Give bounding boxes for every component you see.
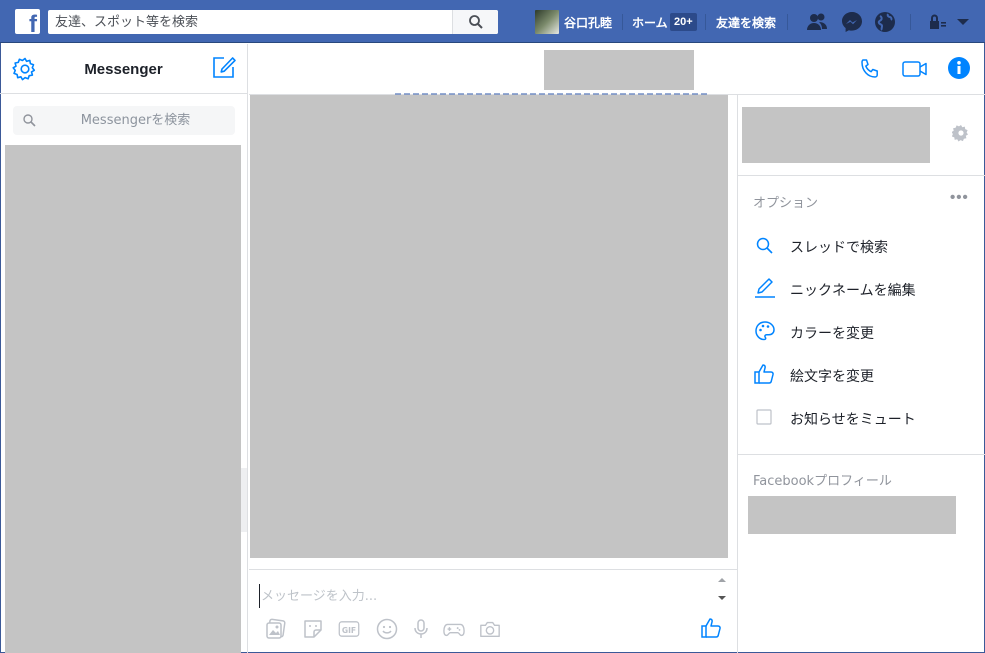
- messenger-search: [13, 106, 235, 135]
- camera-icon[interactable]: [479, 618, 501, 640]
- option-search-thread[interactable]: スレッドで検索: [738, 225, 985, 265]
- options-title: オプション: [753, 196, 819, 211]
- composer: GIF: [249, 569, 737, 653]
- search-icon: [469, 15, 483, 29]
- video-call-icon[interactable]: [901, 57, 929, 81]
- photo-icon[interactable]: [265, 618, 287, 640]
- new-message-icon[interactable]: [211, 54, 237, 80]
- global-search-button[interactable]: [452, 10, 498, 34]
- sticker-icon[interactable]: [302, 618, 324, 640]
- privacy-lock-icon[interactable]: [927, 10, 951, 34]
- phone-icon[interactable]: [858, 57, 882, 81]
- home-link[interactable]: ホーム: [632, 14, 668, 31]
- option-edit-nickname[interactable]: ニックネームを編集: [738, 268, 985, 308]
- global-search-input[interactable]: [48, 10, 452, 34]
- palette-icon: [755, 321, 775, 341]
- scrollbar[interactable]: [241, 468, 247, 532]
- more-options-icon[interactable]: •••: [950, 189, 969, 206]
- messenger-search-input[interactable]: [43, 106, 228, 135]
- pencil-icon: [755, 278, 775, 298]
- global-search: [48, 10, 498, 34]
- checkbox-icon[interactable]: [753, 405, 777, 429]
- svg-text:GIF: GIF: [342, 626, 356, 635]
- option-change-emoji[interactable]: 絵文字を変更: [738, 354, 985, 394]
- thumbs-up-icon: [754, 364, 774, 384]
- game-icon[interactable]: [443, 618, 465, 640]
- conversation-title: [544, 50, 694, 90]
- option-mute-notifications[interactable]: お知らせをミュート: [738, 397, 985, 437]
- conversation-list-panel: Messenger: [0, 44, 248, 653]
- facebook-profile-title: Facebookプロフィール: [753, 474, 892, 489]
- conversation-details-panel: オプション ••• スレッドで検索 ニックネームを編集 カラーを変更 絵文字を変…: [737, 95, 985, 653]
- notifications-globe-icon[interactable]: [873, 10, 897, 34]
- user-name: 谷口孔睦: [564, 16, 613, 30]
- divider: [787, 14, 788, 30]
- like-icon[interactable]: [700, 616, 724, 640]
- option-change-color[interactable]: カラーを変更: [738, 311, 985, 351]
- find-friends-link[interactable]: 友達を検索: [716, 14, 776, 31]
- option-label: 絵文字を変更: [790, 369, 874, 385]
- messenger-icon[interactable]: [840, 10, 864, 34]
- info-icon[interactable]: [947, 56, 971, 80]
- divider: [738, 175, 985, 176]
- option-label: カラーを変更: [790, 326, 874, 342]
- composer-scrollbar[interactable]: [715, 574, 729, 604]
- message-thread[interactable]: [250, 95, 728, 558]
- divider: [910, 14, 911, 30]
- divider: [738, 454, 985, 455]
- divider: [622, 14, 623, 30]
- top-bar: f 谷口孔睦 ホーム 20+ 友達を検索: [0, 0, 985, 43]
- divider: [705, 14, 706, 30]
- dropdown-arrow-icon[interactable]: [951, 10, 975, 34]
- left-header: Messenger: [0, 44, 247, 94]
- home-badge: 20+: [670, 13, 697, 31]
- search-icon: [23, 114, 36, 127]
- emoji-icon[interactable]: [376, 618, 398, 640]
- option-label: お知らせをミュート: [790, 412, 916, 428]
- search-icon: [756, 237, 773, 254]
- settings-gear-icon[interactable]: [952, 124, 970, 142]
- gif-icon[interactable]: GIF: [338, 618, 360, 640]
- conversation-list[interactable]: [5, 145, 241, 653]
- panel-title: Messenger: [84, 61, 163, 78]
- conversation-header: [249, 44, 985, 95]
- conversation-profile: [742, 107, 930, 163]
- avatar: [535, 10, 559, 34]
- facebook-profile-link[interactable]: [748, 496, 956, 534]
- option-label: ニックネームを編集: [790, 283, 916, 299]
- option-label: スレッドで検索: [790, 240, 888, 256]
- facebook-logo[interactable]: f: [15, 9, 40, 37]
- friend-requests-icon[interactable]: [805, 10, 829, 34]
- message-input[interactable]: [259, 584, 699, 608]
- microphone-icon[interactable]: [410, 618, 432, 640]
